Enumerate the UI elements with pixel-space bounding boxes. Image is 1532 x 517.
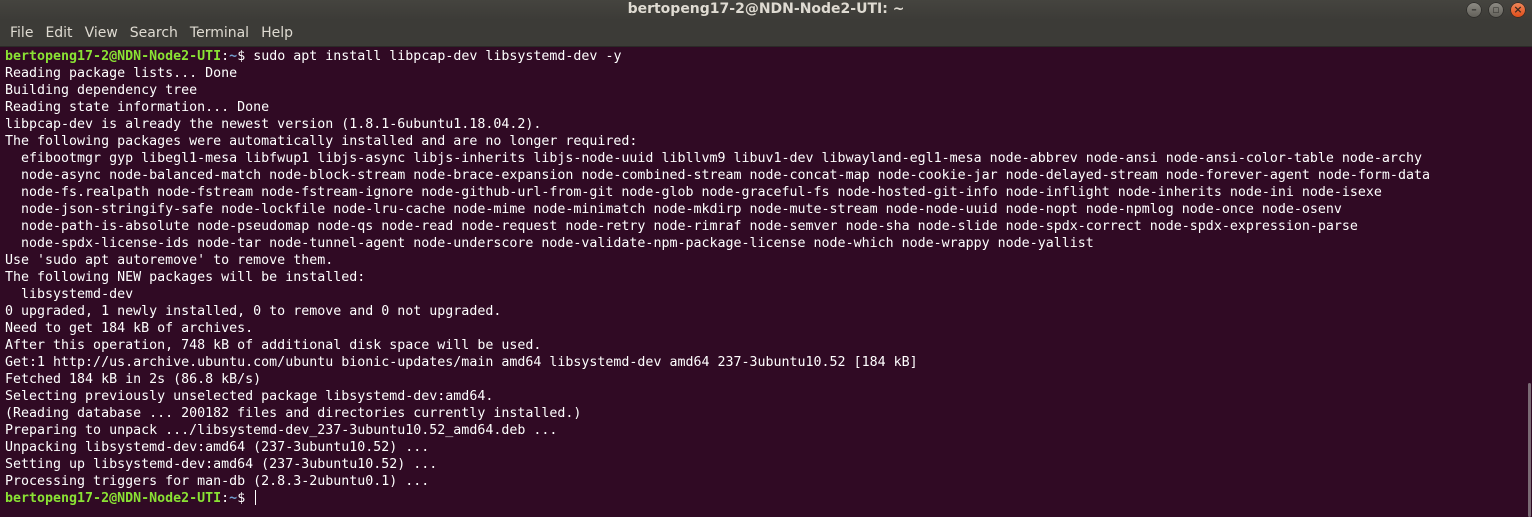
prompt-colon: : [221, 491, 230, 506]
window-title: bertopeng17-2@NDN-Node2-UTI: ~ [627, 1, 905, 17]
prompt-path: ~ [229, 49, 238, 64]
output-line: Reading package lists... Done [5, 66, 238, 81]
output-line: Setting up libsystemd-dev:amd64 (237-3ub… [5, 457, 438, 472]
output-line: Reading state information... Done [5, 100, 270, 115]
output-line: Processing triggers for man-db (2.8.3-2u… [5, 474, 430, 489]
terminal-output[interactable]: bertopeng17-2@NDN-Node2-UTI:~$ sudo apt … [0, 48, 1526, 517]
output-line: Unpacking libsystemd-dev:amd64 (237-3ubu… [5, 440, 430, 455]
scrollbar[interactable] [1526, 48, 1532, 517]
command-text: sudo apt install libpcap-dev libsystemd-… [253, 49, 622, 64]
output-line: node-spdx-license-ids node-tar node-tunn… [5, 236, 1094, 251]
active-prompt-line[interactable]: bertopeng17-2@NDN-Node2-UTI:~$ [5, 490, 1526, 507]
output-line: Fetched 184 kB in 2s (86.8 kB/s) [5, 372, 262, 387]
output-line: Selecting previously unselected package … [5, 389, 494, 404]
output-line: After this operation, 748 kB of addition… [5, 338, 542, 353]
menu-help[interactable]: Help [255, 20, 299, 47]
output-line: libpcap-dev is already the newest versio… [5, 117, 542, 132]
command-line: bertopeng17-2@NDN-Node2-UTI:~$ sudo apt … [5, 48, 1526, 65]
menu-view[interactable]: View [79, 20, 124, 47]
prompt-user-host: bertopeng17-2@NDN-Node2-UTI [5, 491, 222, 506]
scrollbar-thumb[interactable] [1528, 383, 1531, 517]
output-line: node-async node-balanced-match node-bloc… [5, 168, 1430, 183]
menu-search[interactable]: Search [124, 20, 184, 47]
prompt-path: ~ [229, 491, 238, 506]
prompt-symbol: $ [237, 49, 254, 64]
minimize-button[interactable]: – [1466, 2, 1482, 18]
output-lines: Reading package lists... Done Building de… [5, 65, 1526, 490]
prompt-user-host: bertopeng17-2@NDN-Node2-UTI [5, 49, 222, 64]
output-line: node-fs.realpath node-fstream node-fstre… [5, 185, 1382, 200]
output-line: node-path-is-absolute node-pseudomap nod… [5, 219, 1358, 234]
prompt-colon: : [221, 49, 230, 64]
close-button[interactable]: × [1510, 2, 1526, 18]
window-titlebar[interactable]: bertopeng17-2@NDN-Node2-UTI: ~ – ▫ × [0, 0, 1532, 20]
output-line: efibootmgr gyp libegl1-mesa libfwup1 lib… [5, 151, 1422, 166]
output-line: Need to get 184 kB of archives. [5, 321, 254, 336]
output-line: 0 upgraded, 1 newly installed, 0 to remo… [5, 304, 502, 319]
menu-edit[interactable]: Edit [39, 20, 78, 47]
output-line: Building dependency tree [5, 83, 198, 98]
output-line: node-json-stringify-safe node-lockfile n… [5, 202, 1342, 217]
output-line: Preparing to unpack .../libsystemd-dev_2… [5, 423, 558, 438]
output-line: (Reading database ... 200182 files and d… [5, 406, 582, 421]
output-line: The following packages were automaticall… [5, 134, 638, 149]
menu-file[interactable]: File [4, 20, 39, 47]
output-line: Get:1 http://us.archive.ubuntu.com/ubunt… [5, 355, 918, 370]
menu-terminal[interactable]: Terminal [184, 20, 255, 47]
text-cursor [255, 490, 257, 505]
output-line: The following NEW packages will be insta… [5, 270, 366, 285]
output-line: libsystemd-dev [5, 287, 134, 302]
maximize-button[interactable]: ▫ [1488, 2, 1504, 18]
output-line: Use 'sudo apt autoremove' to remove them… [5, 253, 334, 268]
prompt-symbol: $ [237, 491, 254, 506]
window-controls: – ▫ × [1466, 2, 1526, 18]
menu-bar: File Edit View Search Terminal Help [0, 20, 1532, 47]
